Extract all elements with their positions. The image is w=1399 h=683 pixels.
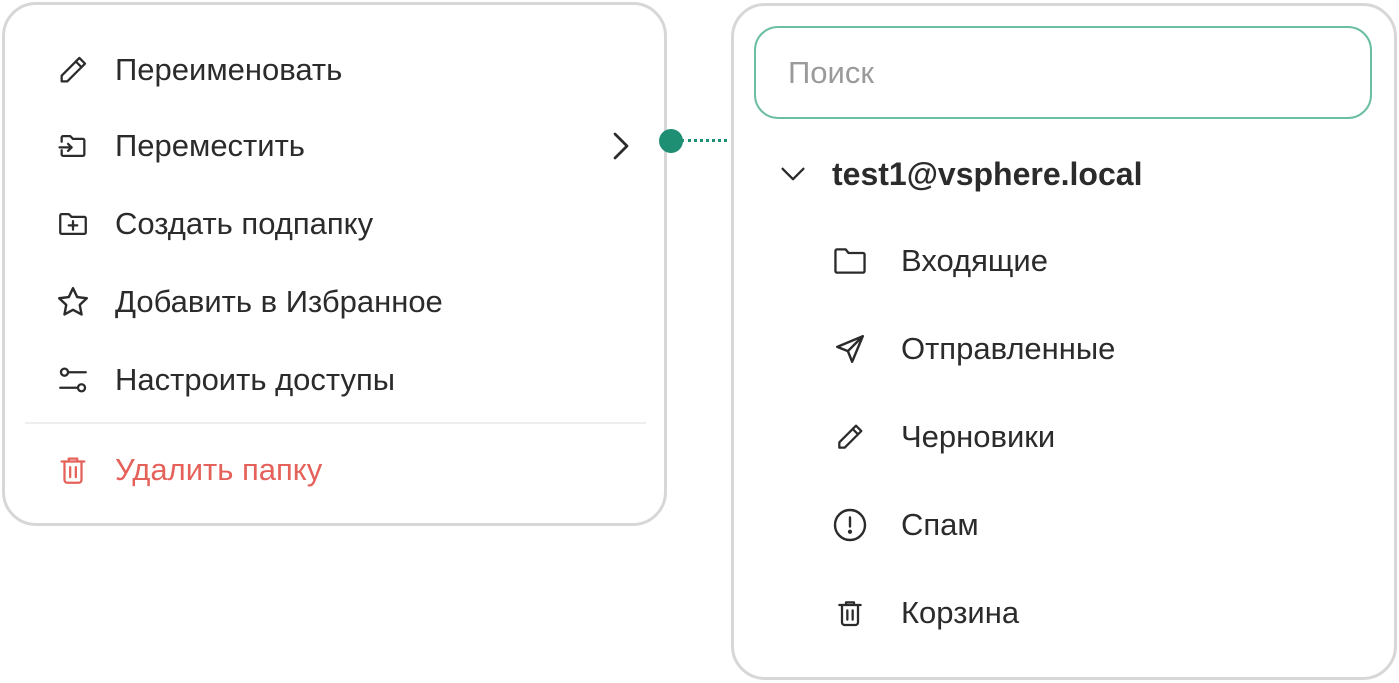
star-icon [55,284,91,320]
menu-item-access-settings[interactable]: Настроить доступы [5,350,664,410]
pencil-icon [832,419,868,455]
move-folder-icon [55,128,91,164]
folder-picker: test1@vsphere.local Входящие Отправленны… [731,3,1397,680]
submenu-connector [659,129,731,153]
access-settings-icon [55,362,91,398]
folder-item-inbox[interactable]: Входящие [734,231,1394,291]
menu-item-add-favorite[interactable]: Добавить в Избранное [5,272,664,332]
folder-context-menu: Переименовать Переместить Создать подпап… [2,2,667,526]
chevron-right-icon [609,128,633,164]
pencil-icon [55,52,91,88]
menu-item-label: Настроить доступы [115,362,396,397]
menu-divider [25,422,646,424]
menu-item-delete-folder[interactable]: Удалить папку [5,440,664,500]
chevron-down-icon[interactable] [778,156,808,192]
connector-dot [659,129,683,153]
folder-item-trash[interactable]: Корзина [734,583,1394,643]
menu-item-move[interactable]: Переместить [5,116,664,176]
folder-label: Спам [901,507,979,542]
menu-item-label: Создать подпапку [115,206,374,241]
folder-label: Входящие [901,243,1048,278]
trash-icon [55,452,91,488]
menu-item-create-subfolder[interactable]: Создать подпапку [5,194,664,254]
folder-item-spam[interactable]: Спам [734,495,1394,555]
menu-item-label: Добавить в Избранное [115,284,443,319]
folder-label: Черновики [901,419,1056,454]
account-label: test1@vsphere.local [832,156,1143,192]
trash-icon [832,595,868,631]
folder-label: Отправленные [901,331,1116,366]
connector-line [681,139,727,142]
account-tree-node[interactable]: test1@vsphere.local [734,146,1394,202]
menu-item-label: Переместить [115,128,305,163]
search-box [754,26,1372,119]
menu-item-label: Удалить папку [115,452,323,487]
folder-item-sent[interactable]: Отправленные [734,319,1394,379]
folder-plus-icon [55,206,91,242]
folder-item-drafts[interactable]: Черновики [734,407,1394,467]
menu-item-label: Переименовать [115,52,343,87]
menu-item-rename[interactable]: Переименовать [5,40,664,100]
folder-label: Корзина [901,595,1020,630]
send-icon [832,331,868,367]
alert-circle-icon [832,507,868,543]
search-input[interactable] [786,53,1350,92]
folder-icon [832,243,868,279]
